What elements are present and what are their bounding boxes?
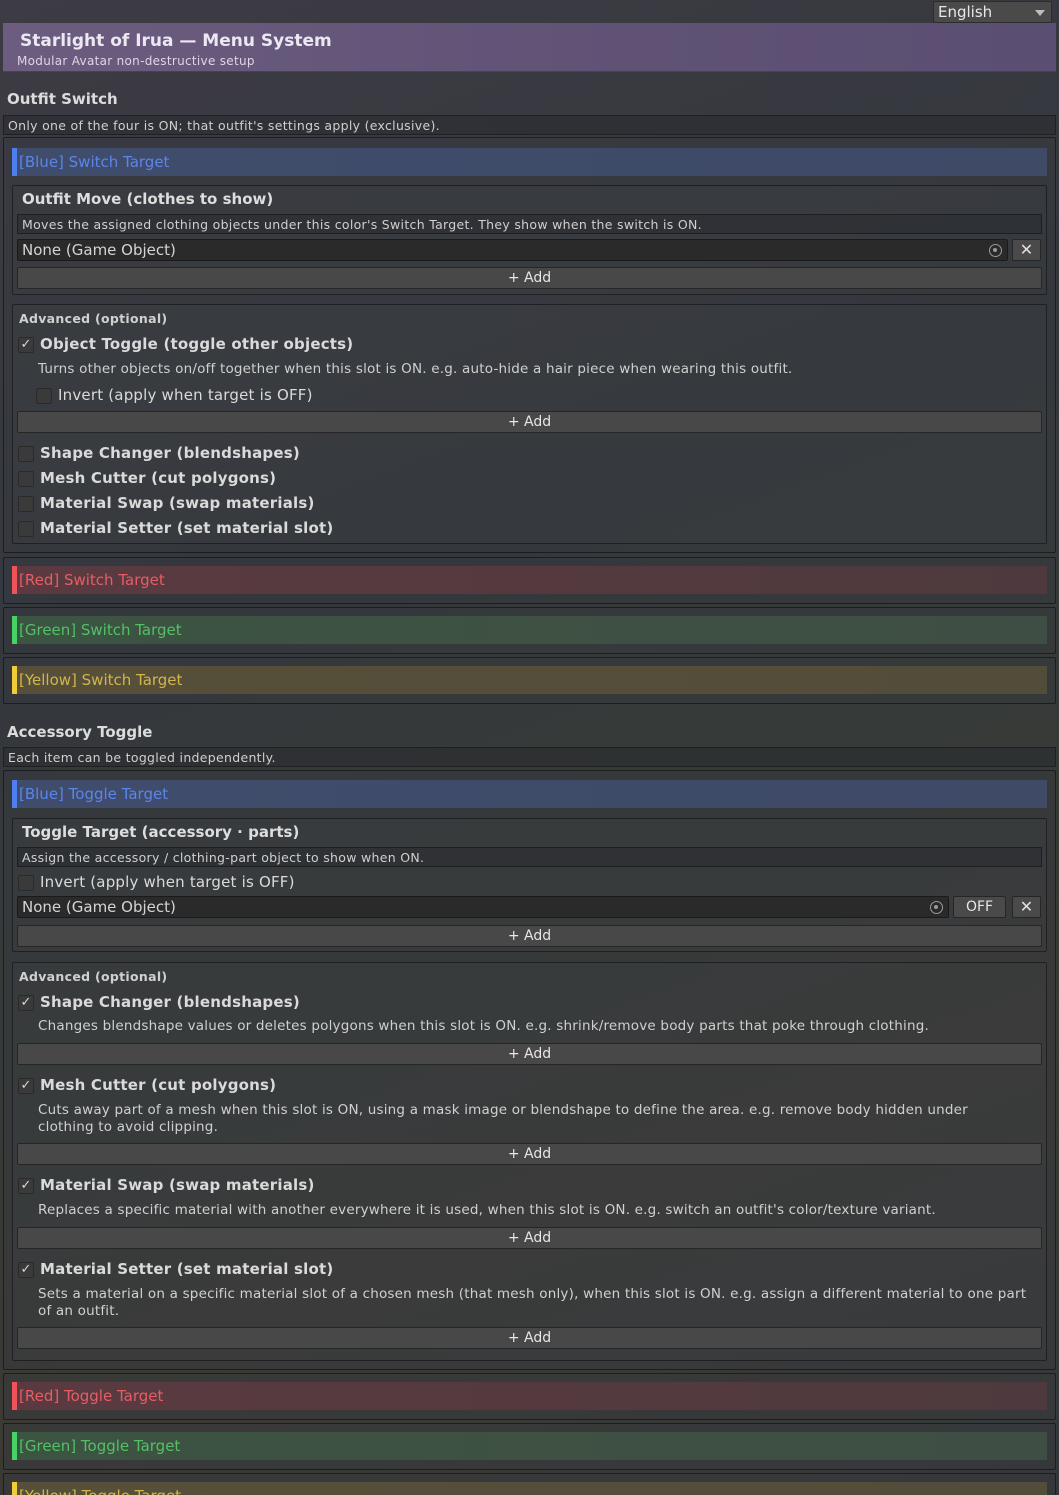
checkmark-icon: ✓ — [20, 1178, 32, 1193]
red-switch-target-header[interactable]: [Red] Switch Target — [12, 566, 1047, 594]
material-swap-checkbox[interactable] — [18, 496, 34, 512]
outfit-move-title: Outfit Move (clothes to show) — [22, 190, 274, 208]
toggle-material-swap-description: Replaces a specific material with anothe… — [38, 1202, 936, 1218]
target-icon[interactable] — [989, 244, 1002, 257]
toggle-target-invert-checkbox[interactable] — [18, 875, 34, 891]
close-icon: ✕ — [1019, 897, 1034, 916]
outfit-move-object-field[interactable]: None (Game Object) — [17, 239, 1008, 261]
object-toggle-add-button[interactable]: + Add — [17, 411, 1042, 433]
toggle-shape-changer-checkbox[interactable]: ✓ — [18, 995, 34, 1011]
checkmark-icon: ✓ — [20, 337, 32, 352]
page-header: Starlight of Irua — Menu System Modular … — [3, 23, 1056, 72]
toggle-shape-changer-description: Changes blendshape values or deletes pol… — [38, 1018, 929, 1034]
blue-switch-target-header[interactable]: [Blue] Switch Target — [12, 148, 1047, 176]
toggle-target-invert-label: Invert (apply when target is OFF) — [40, 873, 295, 891]
toggle-advanced-title: Advanced (optional) — [19, 969, 168, 984]
remove-button[interactable]: ✕ — [1012, 896, 1041, 918]
yellow-switch-target-header[interactable]: [Yellow] Switch Target — [12, 666, 1047, 694]
toggle-material-swap-label: Material Swap (swap materials) — [40, 1176, 315, 1194]
material-setter-label: Material Setter (set material slot) — [40, 519, 334, 537]
mesh-cutter-checkbox[interactable] — [18, 471, 34, 487]
outfit-move-add-button[interactable]: + Add — [17, 267, 1042, 289]
toggle-mesh-cutter-add-button[interactable]: + Add — [17, 1143, 1042, 1165]
language-dropdown[interactable]: English — [933, 1, 1052, 23]
outfit-switch-title: Outfit Switch — [7, 90, 118, 108]
material-swap-label: Material Swap (swap materials) — [40, 494, 315, 512]
close-icon: ✕ — [1019, 240, 1034, 259]
toggle-material-swap-add-button[interactable]: + Add — [17, 1227, 1042, 1249]
toggle-material-setter-description: Sets a material on a specific material s… — [38, 1286, 1027, 1319]
outfit-advanced-title: Advanced (optional) — [19, 311, 168, 326]
accessory-toggle-title: Accessory Toggle — [7, 723, 153, 741]
object-field-value: None (Game Object) — [22, 241, 176, 259]
toggle-material-setter-add-button[interactable]: + Add — [17, 1327, 1042, 1349]
material-setter-checkbox[interactable] — [18, 521, 34, 537]
checkmark-icon: ✓ — [20, 1262, 32, 1277]
blue-toggle-target-header[interactable]: [Blue] Toggle Target — [12, 780, 1047, 808]
red-toggle-target-header[interactable]: [Red] Toggle Target — [12, 1382, 1047, 1410]
remove-button[interactable]: ✕ — [1012, 239, 1041, 261]
object-toggle-description: Turns other objects on/off together when… — [38, 361, 793, 377]
toggle-target-title: Toggle Target (accessory · parts) — [22, 823, 300, 841]
page-title: Starlight of Irua — Menu System — [20, 31, 332, 51]
mesh-cutter-label: Mesh Cutter (cut polygons) — [40, 469, 277, 487]
toggle-target-help: Assign the accessory / clothing-part obj… — [17, 847, 1042, 867]
chevron-down-icon — [1035, 10, 1045, 16]
toggle-material-swap-checkbox[interactable]: ✓ — [18, 1178, 34, 1194]
object-toggle-invert-label: Invert (apply when target is OFF) — [58, 386, 313, 404]
target-icon[interactable] — [930, 901, 943, 914]
accessory-toggle-help: Each item can be toggled independently. — [3, 747, 1056, 767]
toggle-material-setter-checkbox[interactable]: ✓ — [18, 1262, 34, 1278]
page-subtitle: Modular Avatar non-destructive setup — [17, 54, 255, 68]
object-toggle-invert-checkbox[interactable] — [36, 388, 52, 404]
shape-changer-label: Shape Changer (blendshapes) — [40, 444, 300, 462]
toggle-mesh-cutter-label: Mesh Cutter (cut polygons) — [40, 1076, 277, 1094]
yellow-toggle-target-header[interactable]: [Yellow] Toggle Target — [12, 1482, 1047, 1495]
outfit-switch-help: Only one of the four is ON; that outfit'… — [3, 115, 1056, 135]
toggle-default-state-button[interactable]: OFF — [953, 896, 1006, 918]
language-selected: English — [938, 3, 993, 21]
outfit-move-help: Moves the assigned clothing objects unde… — [17, 214, 1042, 234]
checkmark-icon: ✓ — [20, 1078, 32, 1093]
toggle-mesh-cutter-checkbox[interactable]: ✓ — [18, 1078, 34, 1094]
green-toggle-target-header[interactable]: [Green] Toggle Target — [12, 1432, 1047, 1460]
toggle-shape-changer-label: Shape Changer (blendshapes) — [40, 993, 300, 1011]
object-toggle-label: Object Toggle (toggle other objects) — [40, 335, 354, 353]
toggle-material-setter-label: Material Setter (set material slot) — [40, 1260, 334, 1278]
checkmark-icon: ✓ — [20, 995, 32, 1010]
toggle-target-add-button[interactable]: + Add — [17, 925, 1042, 947]
toggle-mesh-cutter-description: Cuts away part of a mesh when this slot … — [38, 1102, 968, 1135]
object-field-value: None (Game Object) — [22, 898, 176, 916]
toggle-target-object-field[interactable]: None (Game Object) — [17, 896, 949, 918]
object-toggle-checkbox[interactable]: ✓ — [18, 337, 34, 353]
toggle-shape-changer-add-button[interactable]: + Add — [17, 1043, 1042, 1065]
shape-changer-checkbox[interactable] — [18, 446, 34, 462]
green-switch-target-header[interactable]: [Green] Switch Target — [12, 616, 1047, 644]
